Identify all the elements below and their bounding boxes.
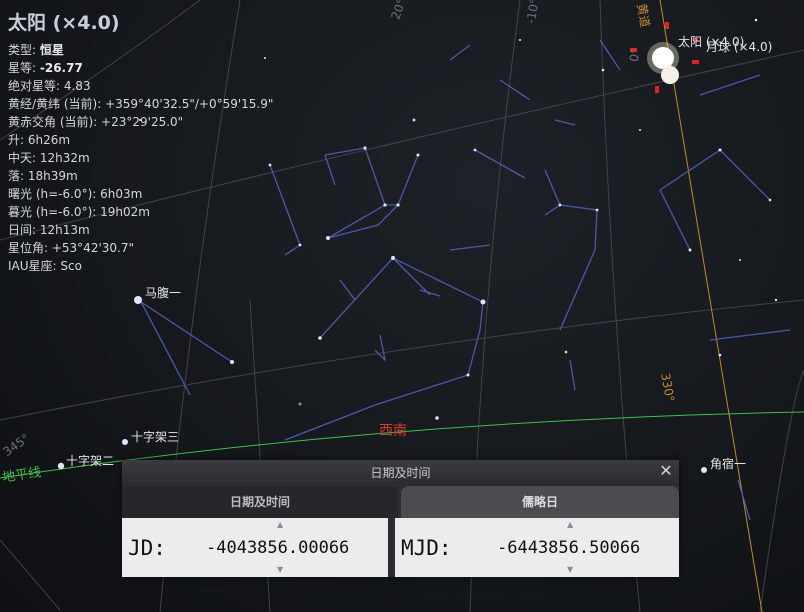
info-value: +23°29'25.0"	[101, 115, 184, 129]
info-key: 黄赤交角 (当前):	[8, 115, 102, 129]
star-label-spica: 角宿一	[710, 457, 747, 471]
info-value: 12h13m	[39, 223, 90, 237]
info-row: 曙光 (h=-6.0°): 6h03m	[8, 185, 273, 203]
dialog-titlebar[interactable]: 日期及时间 ✕	[122, 460, 679, 484]
mjd-field[interactable]: MJD: ▲ -6443856.50066 ▼	[395, 518, 679, 577]
info-value: -26.77	[39, 61, 83, 75]
info-value: 恒星	[39, 43, 64, 57]
info-row: 中天: 12h32m	[8, 149, 273, 167]
tab-julian-day[interactable]: 儒略日	[401, 486, 679, 518]
info-key: 升:	[8, 133, 28, 147]
info-row: 类型: 恒星	[8, 41, 273, 59]
jd-increment-arrow[interactable]: ▲	[277, 520, 283, 529]
info-key: 中天:	[8, 151, 40, 165]
info-key: 暮光 (h=-6.0°):	[8, 205, 101, 219]
info-row: 绝对星等: 4.83	[8, 77, 273, 95]
info-row: 星等: -26.77	[8, 59, 273, 77]
field-divider	[388, 518, 395, 577]
info-row: 黄赤交角 (当前): +23°29'25.0"	[8, 113, 273, 131]
info-key: 类型:	[8, 43, 40, 57]
info-row: 升: 6h26m	[8, 131, 273, 149]
grid-label-0: 0°	[626, 47, 643, 63]
info-row: 落: 18h39m	[8, 167, 273, 185]
info-key: 绝对星等:	[8, 79, 64, 93]
info-value: 4.83	[63, 79, 91, 93]
mjd-value[interactable]: -6443856.50066	[497, 538, 640, 558]
direction-southwest-label: 西南	[379, 423, 407, 439]
info-value: 6h03m	[100, 187, 143, 201]
info-key: 日间:	[8, 223, 40, 237]
jd-label: JD:	[128, 536, 166, 560]
close-icon[interactable]: ✕	[657, 462, 675, 480]
info-value: +359°40'32.5"/+0°59'15.9"	[105, 97, 274, 111]
star-label-crux3: 十字架三	[131, 430, 180, 444]
info-key: 星位角:	[8, 241, 52, 255]
moon-label: 月球 (×4.0)	[706, 40, 773, 54]
info-key: 黄经/黄纬 (当前):	[8, 97, 106, 111]
info-key: 星等:	[8, 61, 40, 75]
mjd-increment-arrow[interactable]: ▲	[567, 520, 573, 529]
mjd-decrement-arrow[interactable]: ▼	[567, 565, 573, 574]
tab-datetime[interactable]: 日期及时间	[122, 486, 398, 518]
info-key: IAU星座:	[8, 259, 61, 273]
object-title: 太阳 (×4.0)	[8, 12, 120, 34]
jd-value[interactable]: -4043856.00066	[206, 538, 349, 558]
date-time-dialog: 日期及时间 ✕ 日期及时间 儒略日 JD: ▲ -4043856.00066 ▼…	[122, 460, 679, 577]
info-key: 曙光 (h=-6.0°):	[8, 187, 101, 201]
info-value: 6h26m	[27, 133, 71, 147]
info-value: 12h32m	[39, 151, 90, 165]
info-value: 18h39m	[27, 169, 78, 183]
info-row: 黄经/黄纬 (当前): +359°40'32.5"/+0°59'15.9"	[8, 95, 273, 113]
info-row: 日间: 12h13m	[8, 221, 273, 239]
mjd-label: MJD:	[401, 536, 452, 560]
info-row: 星位角: +53°42'30.7"	[8, 239, 273, 257]
info-key: 落:	[8, 169, 28, 183]
jd-decrement-arrow[interactable]: ▼	[277, 565, 283, 574]
info-value: +53°42'30.7"	[51, 241, 134, 255]
info-row: 暮光 (h=-6.0°): 19h02m	[8, 203, 273, 221]
dialog-title: 日期及时间	[370, 466, 431, 480]
star-label-mafu: 马腹一	[145, 286, 182, 300]
info-value: 19h02m	[100, 205, 150, 219]
info-value: Sco	[60, 259, 82, 273]
jd-field[interactable]: JD: ▲ -4043856.00066 ▼	[122, 518, 388, 577]
object-info-panel: 太阳 (×4.0) 类型: 恒星 星等: -26.77 绝对星等: 4.83 黄经/黄…	[8, 8, 273, 275]
star-label-crux2: 十字架二	[66, 454, 115, 468]
info-row: IAU星座: Sco	[8, 257, 273, 275]
